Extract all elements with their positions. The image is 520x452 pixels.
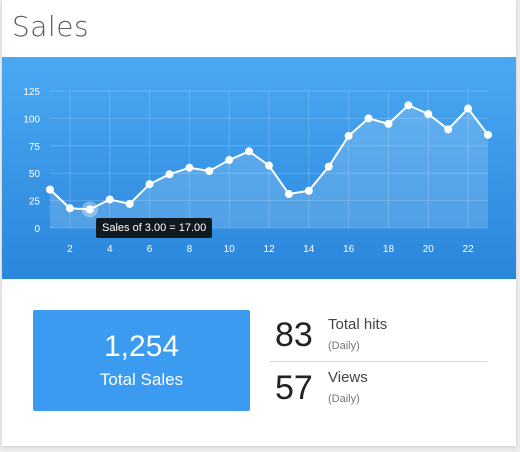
y-tick-label: 50	[29, 169, 41, 180]
x-tick-label: 2	[67, 244, 73, 255]
data-point	[85, 205, 94, 214]
data-point	[424, 110, 433, 119]
data-point	[384, 119, 393, 128]
x-tick-label: 16	[343, 244, 355, 255]
x-tick-label: 10	[224, 244, 236, 255]
total-sales-value: 1,254	[103, 330, 180, 363]
x-tick-label: 8	[187, 244, 193, 255]
x-tick-label: 12	[263, 244, 275, 255]
stats-divider	[270, 361, 487, 362]
data-point	[165, 170, 174, 179]
y-tick-label: 0	[34, 224, 40, 235]
views-value: 57	[275, 369, 313, 407]
data-point	[265, 161, 273, 170]
data-point	[444, 125, 453, 134]
y-tick-label: 100	[23, 114, 40, 125]
data-point	[145, 180, 154, 189]
data-point	[125, 199, 134, 208]
data-point	[324, 162, 333, 171]
stat-views: 57 Views (Daily)	[273, 367, 487, 415]
total-hits-label: Total hits	[328, 316, 388, 333]
x-tick-label: 14	[303, 244, 315, 255]
total-sales-box[interactable]: 1,254 Total Sales	[33, 310, 250, 411]
sales-chart-panel: 0 25 50 75 100 125 2 4 6 8 10 12 14 16 18 20 22	[2, 57, 516, 279]
data-point	[464, 104, 473, 113]
data-point	[484, 130, 492, 139]
sales-chart[interactable]: 0 25 50 75 100 125 2 4 6 8 10 12 14 16 18 20 22	[2, 57, 516, 279]
chart-tooltip: Sales of 3.00 = 17.00	[96, 218, 213, 238]
data-point	[105, 195, 114, 204]
total-hits-value: 83	[275, 316, 313, 354]
total-hits-period: (Daily)	[328, 340, 360, 352]
card-title: Sales	[12, 10, 90, 43]
data-point	[404, 101, 413, 110]
data-point	[364, 114, 373, 123]
x-tick-label: 20	[423, 244, 435, 255]
total-sales-label: Total Sales	[99, 370, 184, 389]
x-tick-label: 18	[383, 244, 395, 255]
data-point	[185, 163, 194, 172]
stat-total-hits: 83 Total hits (Daily)	[273, 314, 487, 362]
data-point	[304, 186, 313, 195]
data-point	[245, 147, 254, 156]
x-tick-label: 4	[107, 244, 113, 255]
data-point	[284, 190, 293, 199]
data-point	[46, 185, 54, 194]
data-point	[205, 167, 214, 176]
y-tick-label: 125	[23, 87, 40, 98]
y-tick-label: 75	[29, 142, 41, 153]
x-tick-label: 22	[463, 244, 475, 255]
data-point	[65, 204, 74, 213]
views-label: Views	[328, 369, 368, 386]
data-point	[225, 156, 234, 165]
data-point	[344, 131, 353, 140]
views-period: (Daily)	[328, 393, 360, 405]
x-tick-label: 6	[147, 244, 153, 255]
y-tick-label: 25	[29, 197, 41, 208]
